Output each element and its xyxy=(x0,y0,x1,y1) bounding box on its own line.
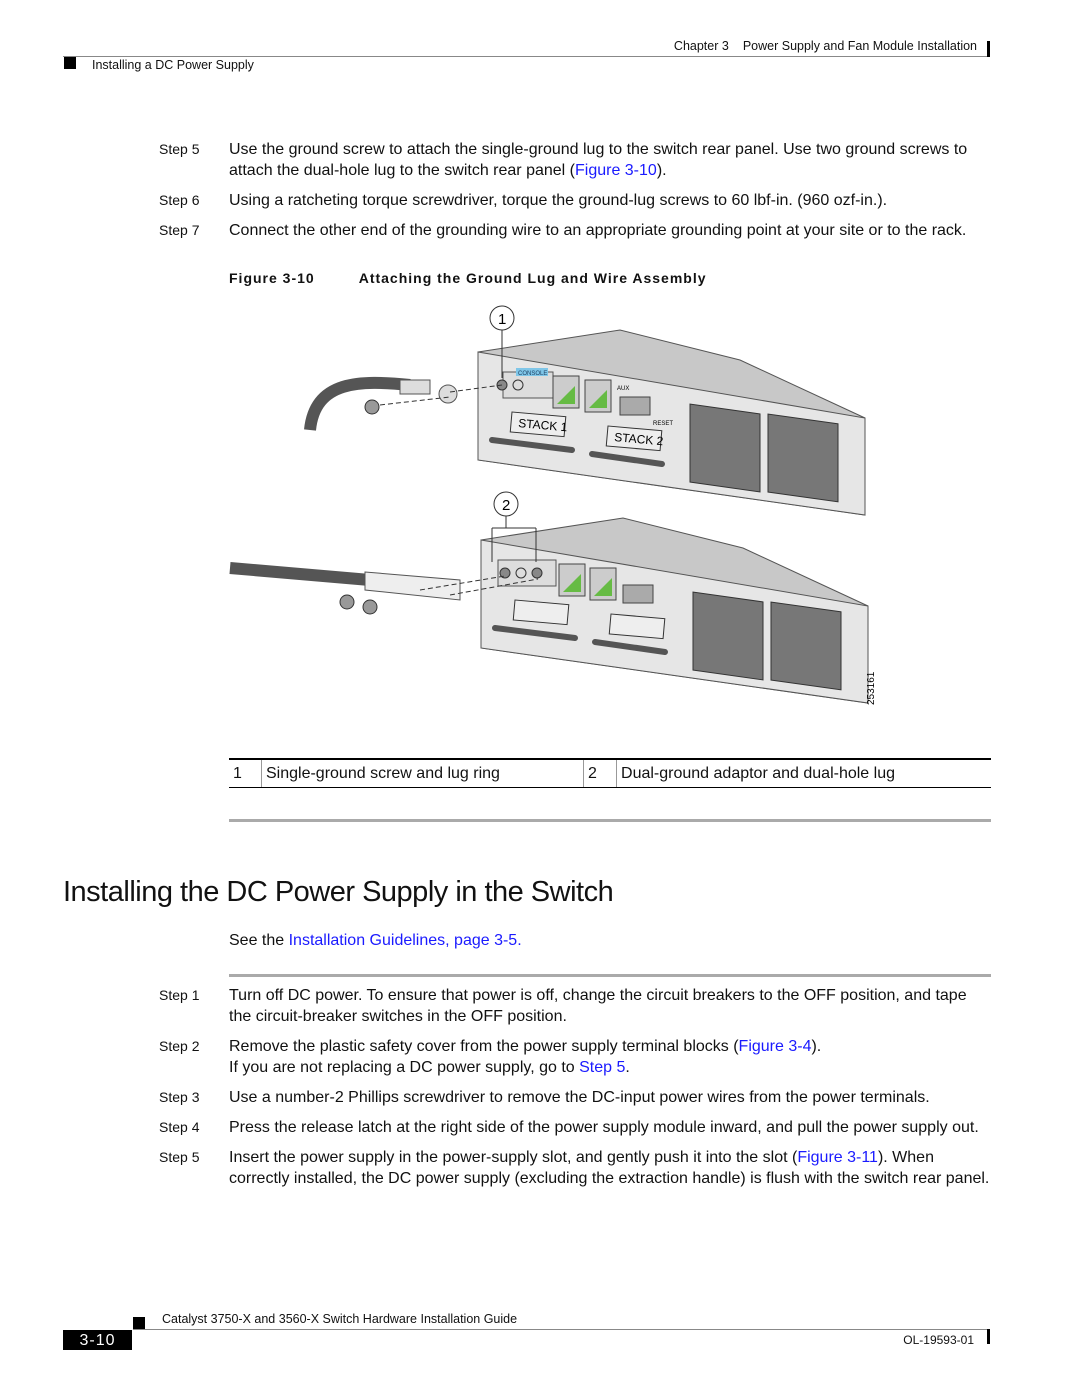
step-text: Press the release latch at the right sid… xyxy=(229,1119,979,1136)
chapter-number: Chapter 3 xyxy=(673,39,729,53)
see-reference: See the Installation Guidelines, page 3-… xyxy=(229,932,522,950)
page-number: 3-10 xyxy=(63,1330,132,1350)
divider xyxy=(229,819,991,822)
chapter-title: Power Supply and Fan Module Installation xyxy=(742,39,977,53)
step-label: Step 1 xyxy=(159,987,200,1003)
aux-label: AUX xyxy=(617,386,629,392)
screw-icon xyxy=(364,399,380,415)
header-square xyxy=(64,57,76,69)
text: See the xyxy=(229,932,289,949)
step-4: Step 4 Press the release latch at the rig… xyxy=(159,1117,991,1138)
step-1: Step 1 Turn off DC power. To ensure that … xyxy=(159,985,991,1027)
step-text: Connect the other end of the grounding w… xyxy=(229,222,967,239)
step-2: Step 2 Remove the plastic safety cover fr… xyxy=(159,1036,991,1078)
step-text: Turn off DC power. To ensure that power … xyxy=(229,987,967,1025)
step-text: Remove the plastic safety cover from the… xyxy=(229,1036,991,1057)
step-7-top: Step 7 Connect the other end of the groun… xyxy=(159,220,991,241)
text: Remove the plastic safety cover from the… xyxy=(229,1038,739,1055)
footer-rule xyxy=(133,1329,989,1330)
header-bar xyxy=(987,41,990,57)
legend-num: 2 xyxy=(583,758,618,788)
header-section: Installing a DC Power Supply xyxy=(92,58,254,72)
legend-text: Dual-ground adaptor and dual-hole lug xyxy=(616,758,991,788)
text: Insert the power supply in the power-sup… xyxy=(229,1149,798,1166)
step-3: Step 3 Use a number-2 Phillips screwdrive… xyxy=(159,1087,991,1108)
step-label: Step 3 xyxy=(159,1089,200,1105)
figure-3-11-link[interactable]: Figure 3-11 xyxy=(797,1149,878,1166)
header-rule xyxy=(63,56,988,57)
text: . xyxy=(625,1059,630,1076)
step-6-top: Step 6 Using a ratcheting torque screwdri… xyxy=(159,190,991,211)
reset-label: RESET xyxy=(653,421,673,427)
figure-caption: Attaching the Ground Lug and Wire Assemb… xyxy=(358,270,707,286)
header-chapter: Chapter 3 Power Supply and Fan Module Ins… xyxy=(674,39,977,53)
figure-3-10-link[interactable]: Figure 3-10 xyxy=(575,162,657,179)
step-label: Step 7 xyxy=(159,222,200,238)
footer-guide-title: Catalyst 3750-X and 3560-X Switch Hardwa… xyxy=(162,1312,518,1326)
step-5-link[interactable]: Step 5 xyxy=(579,1059,625,1076)
section-title: Installing the DC Power Supply in the Sw… xyxy=(63,876,614,908)
switch-top: CONSOLE AUX RESET STACK 1 STACK 2 xyxy=(477,329,866,516)
figure-legend: 1 Single-ground screw and lug ring 2 Dua… xyxy=(229,758,991,788)
step-5: Step 5 Insert the power supply in the pow… xyxy=(159,1147,991,1189)
text: . xyxy=(517,932,522,949)
legend-num: 1 xyxy=(229,758,262,788)
step-text: Use a number-2 Phillips screwdriver to r… xyxy=(229,1089,930,1106)
step-note: If you are not replacing a DC power supp… xyxy=(229,1057,991,1078)
step-text: Using a ratcheting torque screwdriver, t… xyxy=(229,192,888,209)
console-label: CONSOLE xyxy=(518,371,547,377)
legend-text: Single-ground screw and lug ring xyxy=(261,758,585,788)
step-label: Step 2 xyxy=(159,1038,200,1054)
step-label: Step 6 xyxy=(159,192,200,208)
text: ). xyxy=(656,162,667,179)
step-text: Insert the power supply in the power-sup… xyxy=(229,1147,991,1189)
callout-number: 2 xyxy=(502,497,510,514)
art-id: 253161 xyxy=(866,671,877,705)
step-label: Step 4 xyxy=(159,1119,200,1135)
switch-bottom xyxy=(480,517,869,704)
figure-title: Figure 3-10 Attaching the Ground Lug and … xyxy=(229,270,707,286)
step-label: Step 5 xyxy=(159,1149,200,1165)
footer-bar xyxy=(987,1329,990,1344)
figure-3-4-link[interactable]: Figure 3-4 xyxy=(739,1038,812,1055)
step-label: Step 5 xyxy=(159,141,200,157)
callout-number: 1 xyxy=(498,311,506,328)
divider xyxy=(229,974,991,977)
figure-number: Figure 3-10 xyxy=(229,270,315,286)
ground-lug-illustration: CONSOLE AUX RESET STACK 1 STACK 2 1 2 25… xyxy=(229,305,877,705)
footer-square xyxy=(133,1317,145,1329)
step-text: Use the ground screw to attach the singl… xyxy=(229,139,991,181)
text: If you are not replacing a DC power supp… xyxy=(229,1059,580,1076)
lug-1 xyxy=(304,376,503,431)
doc-number: OL-19593-01 xyxy=(903,1333,974,1347)
legend-row: 1 Single-ground screw and lug ring 2 Dua… xyxy=(229,758,991,788)
text: ). xyxy=(811,1038,822,1055)
installation-guidelines-link[interactable]: Installation Guidelines, page 3-5 xyxy=(289,932,518,949)
step-5-top: Step 5 Use the ground screw to attach the… xyxy=(159,139,991,181)
